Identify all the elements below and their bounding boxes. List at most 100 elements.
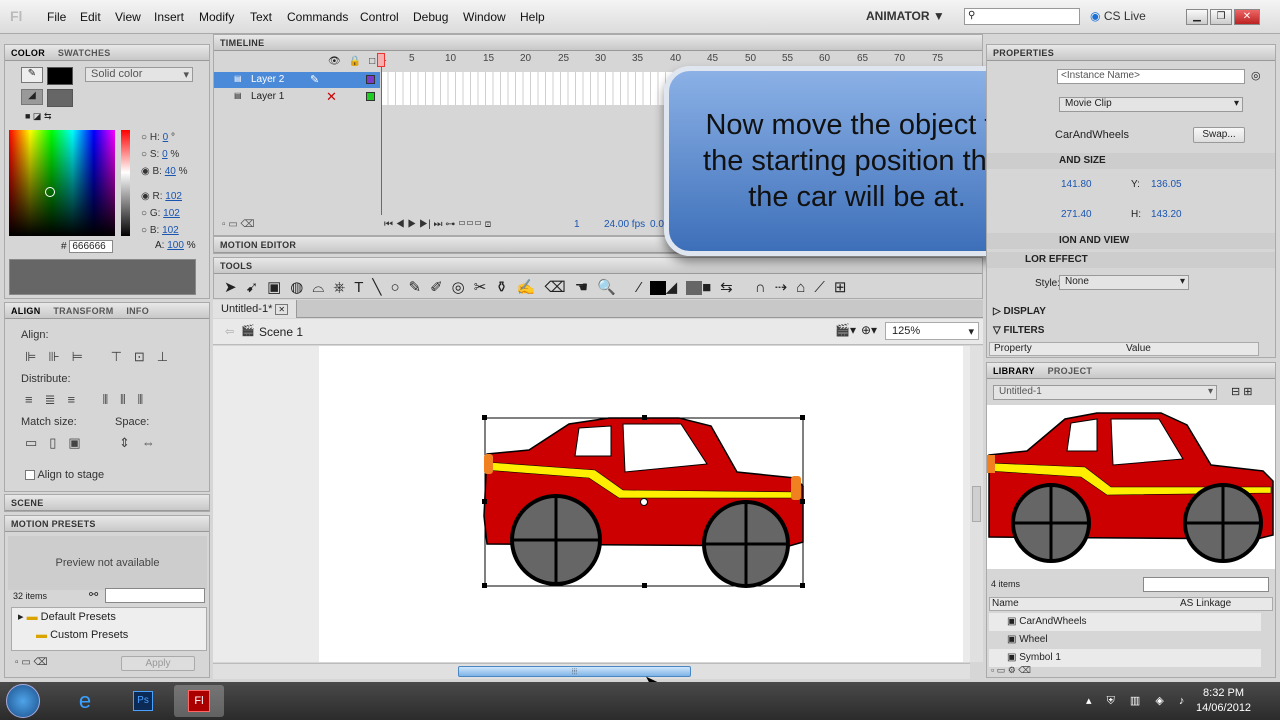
h-value[interactable]: 143.20: [1151, 209, 1182, 220]
pin-icon[interactable]: ⊟ ⊞: [1231, 385, 1253, 398]
workspace-switcher[interactable]: ANIMATOR ▼: [866, 9, 945, 23]
clock[interactable]: 8:32 PM 14/06/2012: [1196, 686, 1251, 716]
restore-button[interactable]: ❐: [1210, 9, 1232, 25]
rgb-b-value[interactable]: 102: [162, 225, 179, 236]
hide-icon[interactable]: ✕: [326, 89, 337, 105]
tab-info[interactable]: INFO: [126, 306, 149, 316]
h-value[interactable]: 0: [163, 132, 169, 143]
stage[interactable]: [319, 346, 963, 662]
menu-debug[interactable]: Debug: [413, 10, 448, 24]
horizontal-scrollbar[interactable]: ⦙⦙⦙: [213, 663, 970, 679]
layer-row[interactable]: ▤ Layer 1 ✕: [214, 89, 380, 105]
menu-edit[interactable]: Edit: [80, 10, 101, 24]
preset-search-input[interactable]: [105, 588, 205, 603]
minimize-button[interactable]: ▁: [1186, 9, 1208, 25]
menu-commands[interactable]: Commands: [287, 10, 348, 24]
zoom-select[interactable]: 125% ▾: [885, 322, 979, 340]
align-buttons[interactable]: ⊫⊪⊨ ⊤⊡⊥: [25, 349, 180, 365]
start-button[interactable]: [6, 684, 40, 718]
ie-icon[interactable]: e: [60, 685, 110, 717]
s-value[interactable]: 0: [162, 149, 168, 160]
elapsed-time[interactable]: 0.0: [650, 219, 664, 230]
scroll-thumb[interactable]: [972, 486, 981, 522]
menu-window[interactable]: Window: [463, 10, 506, 24]
space-buttons[interactable]: ⇕⇔: [119, 435, 167, 451]
fill-color-swatch[interactable]: [686, 281, 703, 296]
playhead-handle[interactable]: [377, 53, 385, 67]
preset-actions-icons[interactable]: ▫ ▭ ⌫: [15, 657, 48, 668]
vertical-scrollbar[interactable]: [970, 346, 983, 662]
table-row[interactable]: ▣ Wheel: [989, 631, 1261, 649]
tray-icons[interactable]: ▴ ⛨ ▥ ◈ ♪: [1086, 694, 1190, 708]
r-value[interactable]: 102: [165, 191, 182, 202]
tab-library[interactable]: LIBRARY: [993, 366, 1035, 376]
menu-control[interactable]: Control: [360, 10, 399, 24]
layer-color[interactable]: [366, 92, 375, 101]
col-linkage[interactable]: AS Linkage: [1180, 598, 1231, 609]
binoculars-icon[interactable]: ⚯: [89, 588, 98, 601]
current-frame[interactable]: 1: [574, 219, 580, 230]
scene-panel-header[interactable]: SCENE: [5, 495, 209, 511]
layer-color[interactable]: [366, 75, 375, 84]
layer-2-name[interactable]: Layer 2: [251, 74, 284, 85]
align-to-stage-checkbox[interactable]: [25, 470, 35, 481]
tab-project[interactable]: PROJECT: [1048, 366, 1093, 376]
tab-color[interactable]: COLOR: [11, 48, 45, 58]
symbol-type-select[interactable]: Movie Clip ▾: [1059, 97, 1243, 112]
align-to-stage[interactable]: Align to stage: [25, 469, 104, 481]
library-doc-select[interactable]: Untitled-1 ▾: [993, 385, 1217, 400]
swap-colors-icon[interactable]: ■ ◪ ⇆: [25, 111, 51, 122]
stroke-color-icon[interactable]: ✎: [21, 67, 43, 83]
menu-help[interactable]: Help: [520, 10, 545, 24]
flash-button[interactable]: Fl: [174, 685, 224, 717]
edit-symbol-icon[interactable]: ⊕▾: [861, 323, 877, 337]
list-item[interactable]: ▬ Custom Presets: [12, 626, 206, 644]
close-tab-icon[interactable]: ✕: [275, 304, 289, 315]
layer-toggle-icons[interactable]: 👁🔒□: [328, 56, 383, 67]
hex-input[interactable]: 666666: [69, 240, 114, 253]
gear-icon[interactable]: ◎: [1251, 69, 1261, 82]
scene-breadcrumb[interactable]: Scene 1: [259, 325, 303, 339]
playback-controls[interactable]: ⏮ ◀ ▶ ▶| ⏭ ⊶ ▭▭▭ ⊡: [384, 219, 491, 230]
y-value[interactable]: 136.05: [1151, 179, 1182, 190]
list-item[interactable]: ▸ ▬ Default Presets: [12, 608, 206, 626]
layer-1-name[interactable]: Layer 1: [251, 91, 284, 102]
menu-file[interactable]: File: [47, 10, 66, 24]
distribute-buttons[interactable]: ≡≣≡ ⫴⫴⫴: [25, 392, 155, 408]
back-arrow-icon[interactable]: ⇦: [225, 325, 234, 338]
edit-scene-icon[interactable]: 🎬▾: [835, 323, 856, 337]
color-effect-section[interactable]: LOR EFFECT: [987, 252, 1275, 268]
w-value[interactable]: 271.40: [1061, 209, 1092, 220]
tab-align[interactable]: ALIGN: [11, 306, 41, 316]
apply-button[interactable]: Apply: [121, 656, 195, 671]
fill-swatch[interactable]: [47, 89, 73, 107]
match-size-buttons[interactable]: ▭▯▣: [25, 435, 93, 451]
document-tab[interactable]: Untitled-1* ✕: [213, 300, 298, 318]
photoshop-button[interactable]: Ps: [118, 685, 168, 717]
display-section[interactable]: ▷ DISPLAY: [993, 306, 1046, 317]
menu-view[interactable]: View: [115, 10, 141, 24]
brightness-slider[interactable]: [121, 130, 130, 236]
library-search-input[interactable]: [1143, 577, 1269, 592]
table-row[interactable]: ▣ CarAndWheels: [989, 613, 1261, 631]
col-name[interactable]: Name: [992, 598, 1019, 609]
menu-modify[interactable]: Modify: [199, 10, 234, 24]
tool-buttons[interactable]: ➤➹▣◍⌓⎈T╲○✎✐◎✂⚱✍⌫☚🔍 ⁄ ◢ ■⇆ ∩⇢⌂⟋⊞: [224, 278, 855, 296]
3d-section[interactable]: ION AND VIEW: [987, 233, 1275, 249]
help-search-input[interactable]: ⚲: [964, 8, 1080, 25]
filters-section[interactable]: ▽ FILTERS: [993, 325, 1044, 336]
tab-transform[interactable]: TRANSFORM: [53, 306, 113, 316]
tab-swatches[interactable]: SWATCHES: [58, 48, 111, 58]
alpha-value[interactable]: 100: [167, 240, 184, 251]
layer-row-selected[interactable]: ▤ Layer 2 ✎: [214, 72, 380, 88]
style-select[interactable]: None ▾: [1059, 275, 1189, 290]
menu-text[interactable]: Text: [250, 10, 272, 24]
swap-button[interactable]: Swap...: [1193, 127, 1245, 143]
x-value[interactable]: 141.80: [1061, 179, 1092, 190]
playhead[interactable]: [381, 53, 382, 215]
menu-insert[interactable]: Insert: [154, 10, 184, 24]
b-value[interactable]: 40: [165, 166, 176, 177]
frame-rate[interactable]: 24.00 fps: [604, 219, 645, 230]
color-picker-marker[interactable]: [45, 187, 55, 197]
stroke-swatch[interactable]: [47, 67, 73, 85]
